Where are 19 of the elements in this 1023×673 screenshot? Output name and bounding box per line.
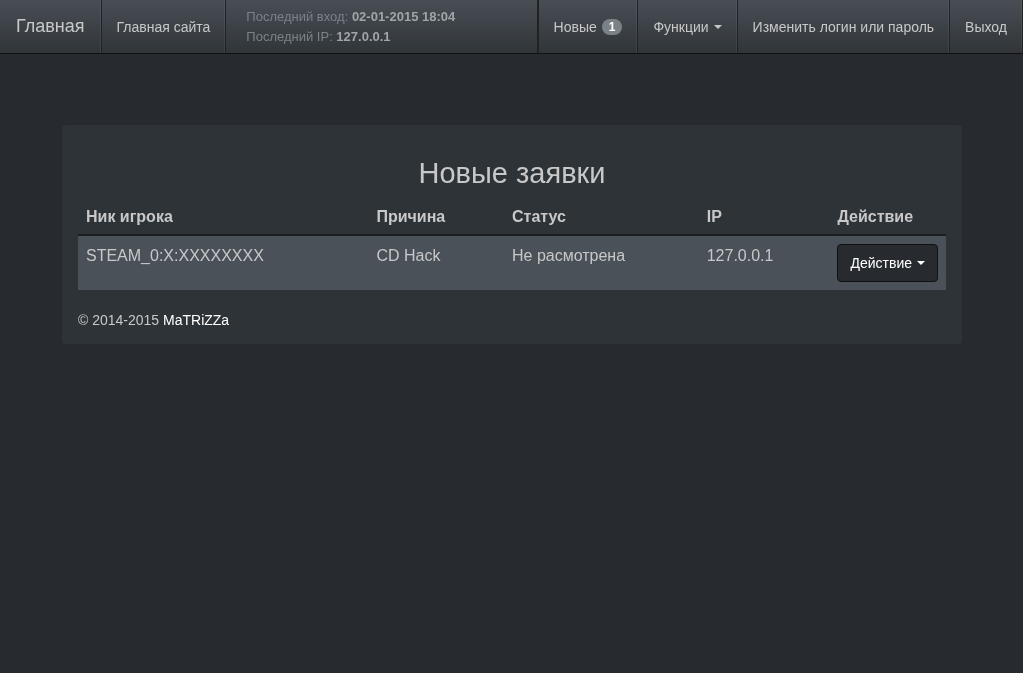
login-info-text: Последний вход: 02-01-2015 18:04 <box>246 7 457 26</box>
panel-title: Новые заявки <box>417 157 607 190</box>
login-info-text: Последний IP: 127.0.0.1 <box>246 27 392 46</box>
table-cell: STEAM_0:X:XXXXXXXX <box>78 235 369 290</box>
table-cell: CD Hack <box>368 235 504 290</box>
brand-link[interactable]: Главная <box>0 0 102 53</box>
table-cell: Не расмотрена <box>504 235 699 290</box>
nav-link[interactable]: Выход <box>950 0 1023 53</box>
nav-link[interactable]: Главная сайта <box>101 0 227 53</box>
count-badge: 1 <box>601 18 623 35</box>
nav-link[interactable]: Функции <box>638 0 738 53</box>
action-button[interactable]: Действие <box>837 244 938 282</box>
copyright-text: © 2014-2015 MaTRiZZa <box>78 312 231 328</box>
author-link[interactable]: MaTRiZZa <box>163 312 230 328</box>
caret-icon <box>917 261 925 265</box>
nav-link[interactable]: Новые 1 <box>538 0 639 53</box>
nav-link[interactable]: Изменить логин или пароль <box>737 0 951 53</box>
caret-icon <box>713 24 722 29</box>
table-cell: 127.0.0.1 <box>698 235 830 290</box>
